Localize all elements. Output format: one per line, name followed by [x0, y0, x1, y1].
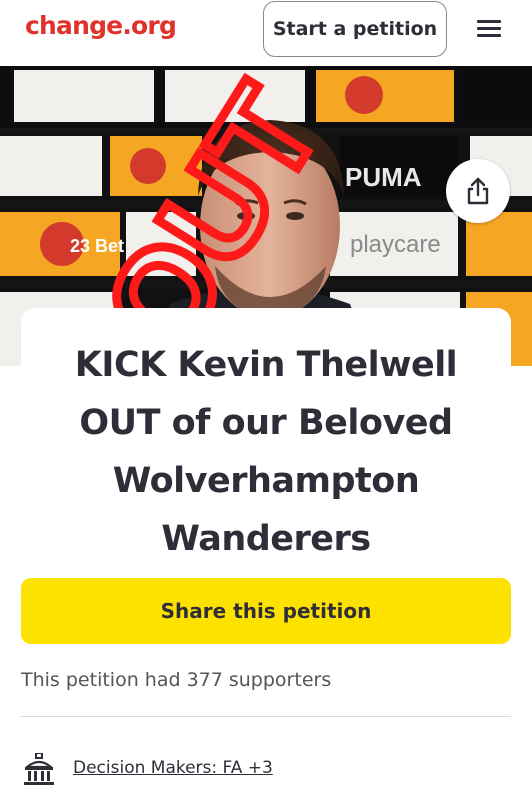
supporters-count: This petition had 377 supporters	[21, 669, 332, 691]
government-building-icon	[23, 752, 55, 791]
start-petition-button[interactable]: Start a petition	[263, 1, 447, 57]
title-line: Wolverhampton	[112, 461, 420, 501]
share-petition-button[interactable]: Share this petition	[21, 578, 511, 644]
playcare-banner-text: playcare	[350, 231, 441, 258]
title-line: OUT of our Beloved	[79, 403, 453, 443]
decision-makers-link[interactable]: Decision Makers: FA +3	[73, 758, 273, 778]
petition-title: KICK Kevin Thelwell OUT of our Beloved W…	[21, 336, 511, 568]
site-header: change.org Start a petition	[0, 0, 532, 66]
puma-banner-text: PUMA	[345, 162, 422, 192]
title-line: Wanderers	[161, 519, 371, 559]
share-arrow-icon	[467, 177, 489, 205]
change-org-logo[interactable]: change.org	[25, 11, 177, 40]
petition-card: KICK Kevin Thelwell OUT of our Beloved W…	[21, 308, 511, 578]
hamburger-menu-icon[interactable]	[474, 14, 506, 42]
share-icon[interactable]	[446, 159, 510, 223]
title-line: KICK Kevin Thelwell	[74, 345, 458, 385]
divider	[21, 716, 511, 717]
